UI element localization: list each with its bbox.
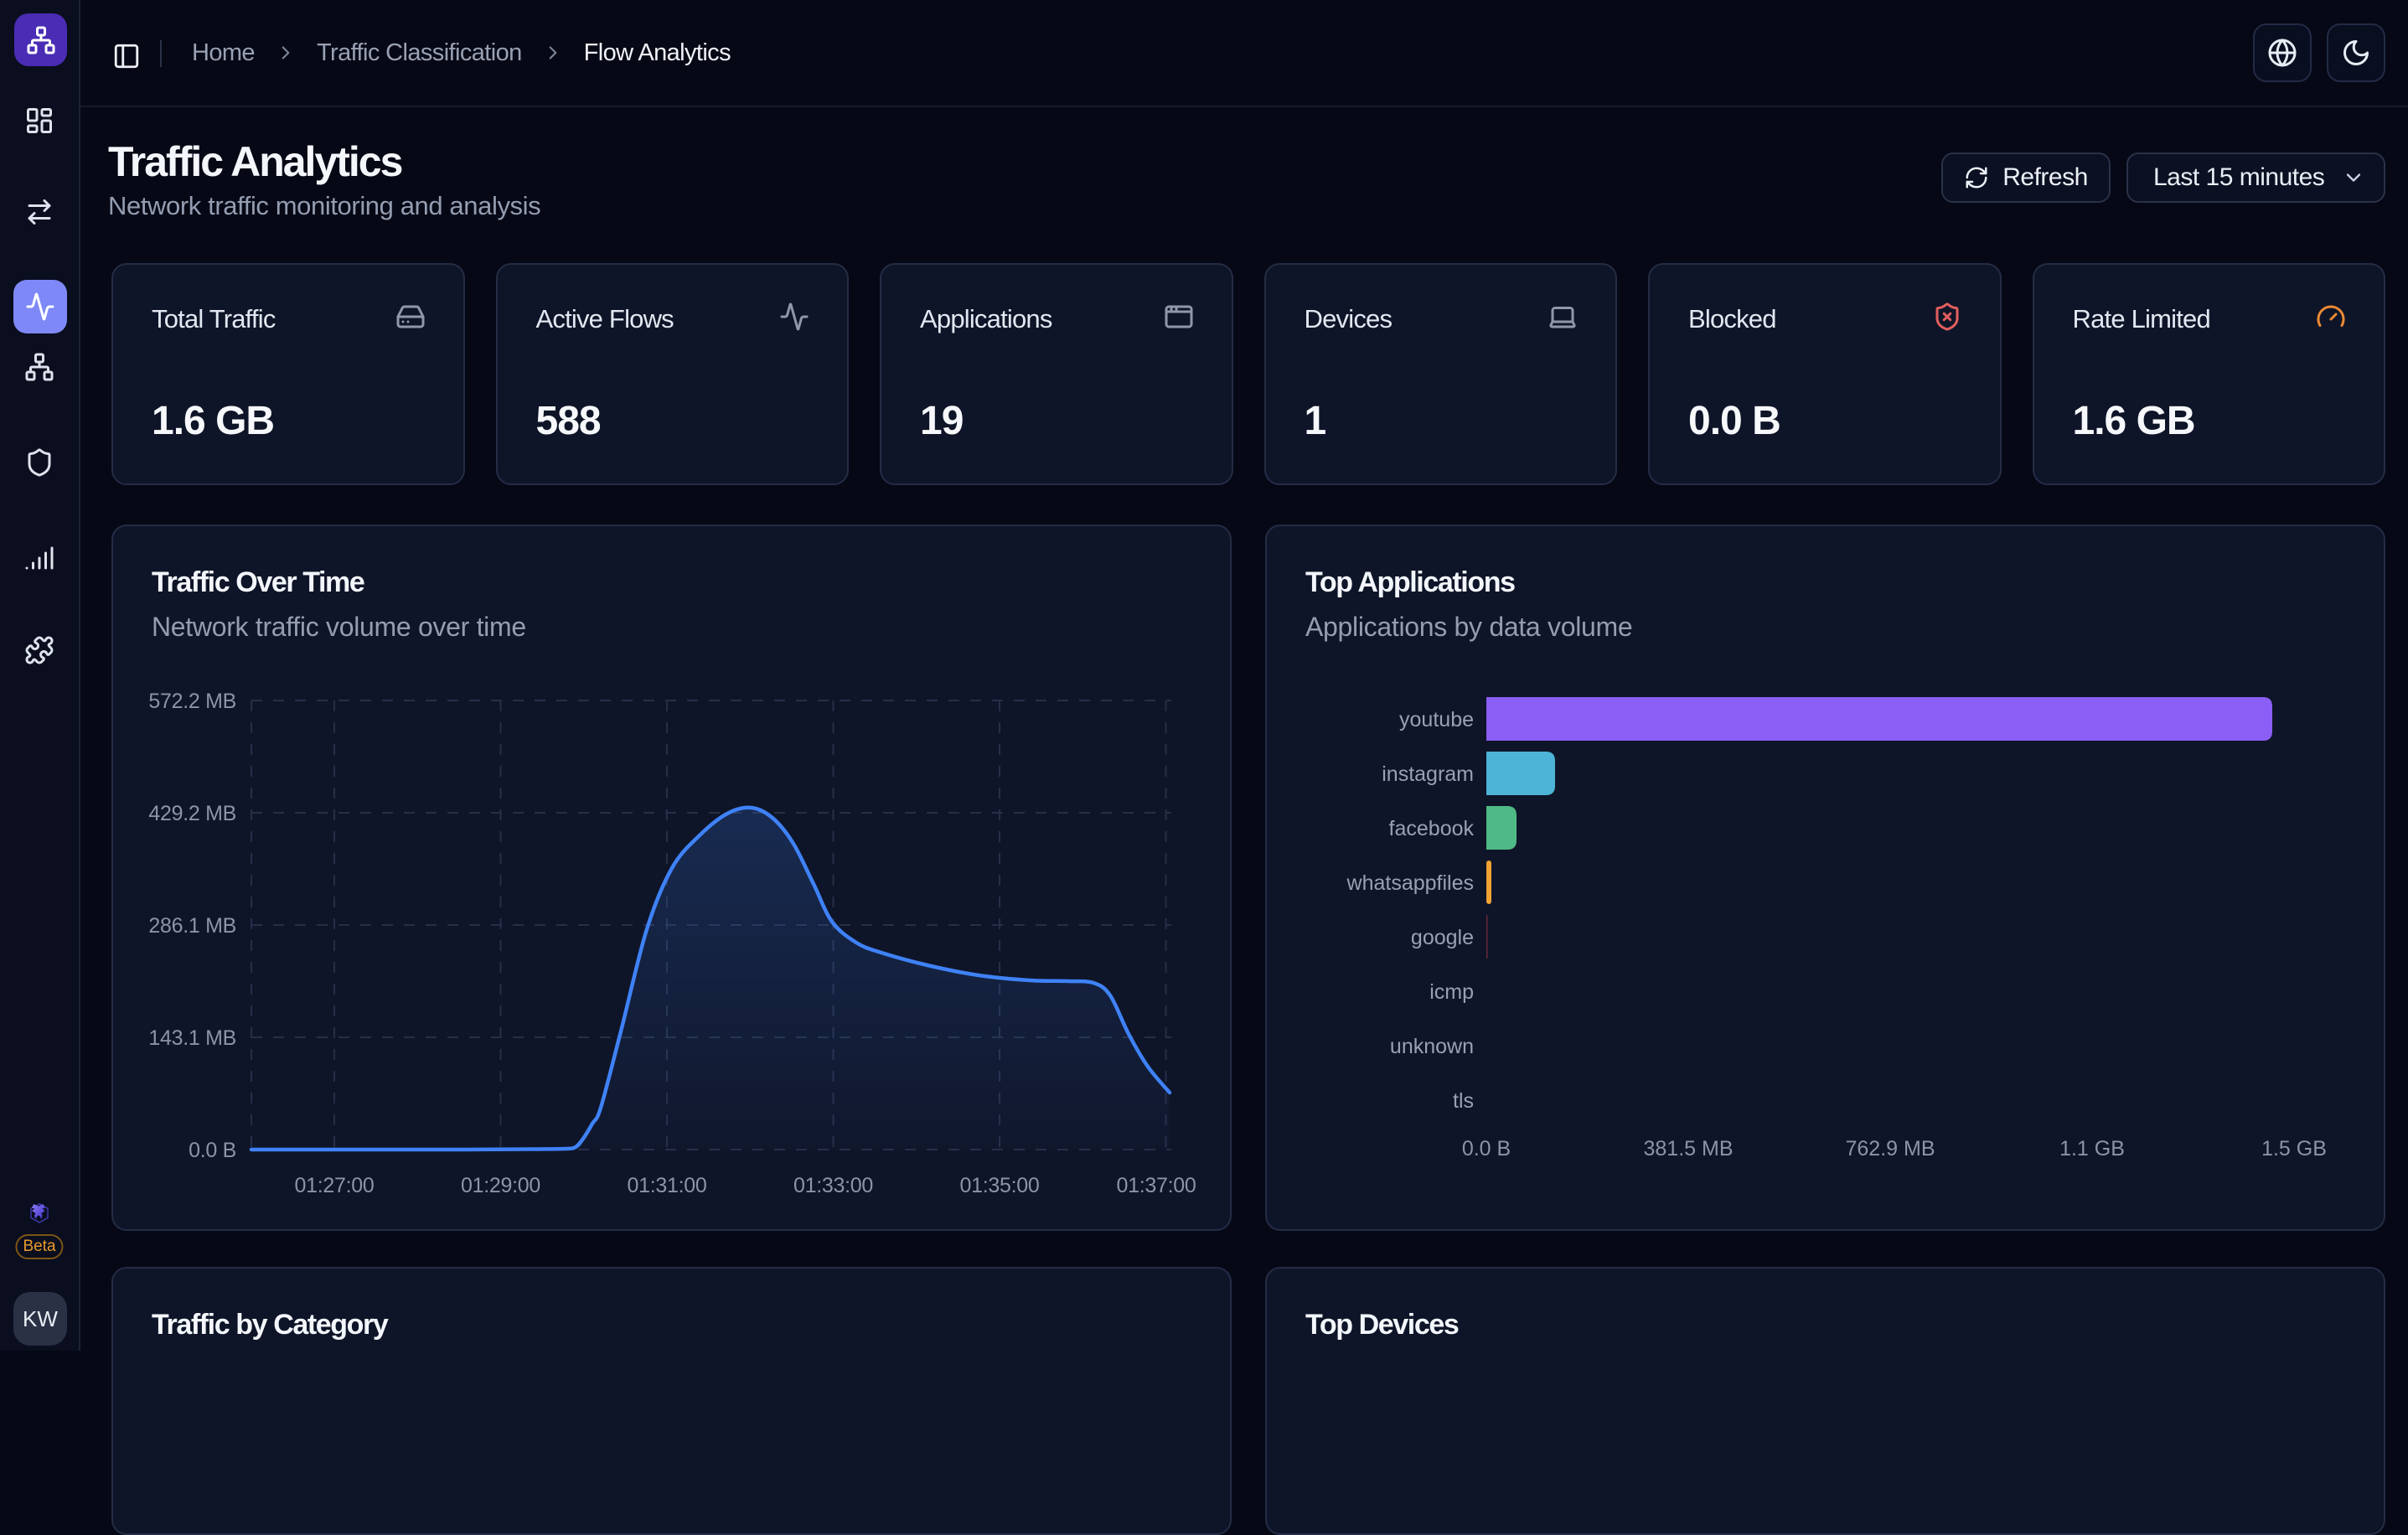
svg-text:icmp: icmp bbox=[1429, 980, 1474, 1004]
svg-text:instagram: instagram bbox=[1382, 762, 1474, 786]
svg-text:429.2 MB: 429.2 MB bbox=[148, 802, 236, 825]
svg-text:01:37:00: 01:37:00 bbox=[1117, 1174, 1196, 1197]
svg-text:286.1 MB: 286.1 MB bbox=[148, 914, 236, 938]
svg-text:01:33:00: 01:33:00 bbox=[793, 1174, 873, 1197]
svg-text:381.5 MB: 381.5 MB bbox=[1643, 1137, 1733, 1160]
svg-text:01:27:00: 01:27:00 bbox=[295, 1174, 375, 1197]
svg-text:0.0 B: 0.0 B bbox=[1462, 1137, 1511, 1160]
svg-text:762.9 MB: 762.9 MB bbox=[1845, 1137, 1935, 1160]
svg-text:572.2 MB: 572.2 MB bbox=[148, 690, 236, 713]
svg-text:143.1 MB: 143.1 MB bbox=[148, 1026, 236, 1050]
svg-text:01:29:00: 01:29:00 bbox=[461, 1174, 540, 1197]
svg-text:1.1 GB: 1.1 GB bbox=[2059, 1137, 2125, 1160]
svg-text:google: google bbox=[1411, 926, 1474, 949]
svg-text:0.0 B: 0.0 B bbox=[189, 1139, 236, 1162]
svg-text:facebook: facebook bbox=[1389, 817, 1475, 840]
svg-text:tls: tls bbox=[1453, 1089, 1474, 1113]
svg-text:whatsappfiles: whatsappfiles bbox=[1346, 871, 1474, 895]
svg-text:01:35:00: 01:35:00 bbox=[960, 1174, 1040, 1197]
svg-text:01:31:00: 01:31:00 bbox=[628, 1174, 707, 1197]
svg-text:youtube: youtube bbox=[1399, 708, 1474, 731]
svg-text:unknown: unknown bbox=[1390, 1035, 1474, 1058]
svg-text:1.5 GB: 1.5 GB bbox=[2261, 1137, 2327, 1160]
